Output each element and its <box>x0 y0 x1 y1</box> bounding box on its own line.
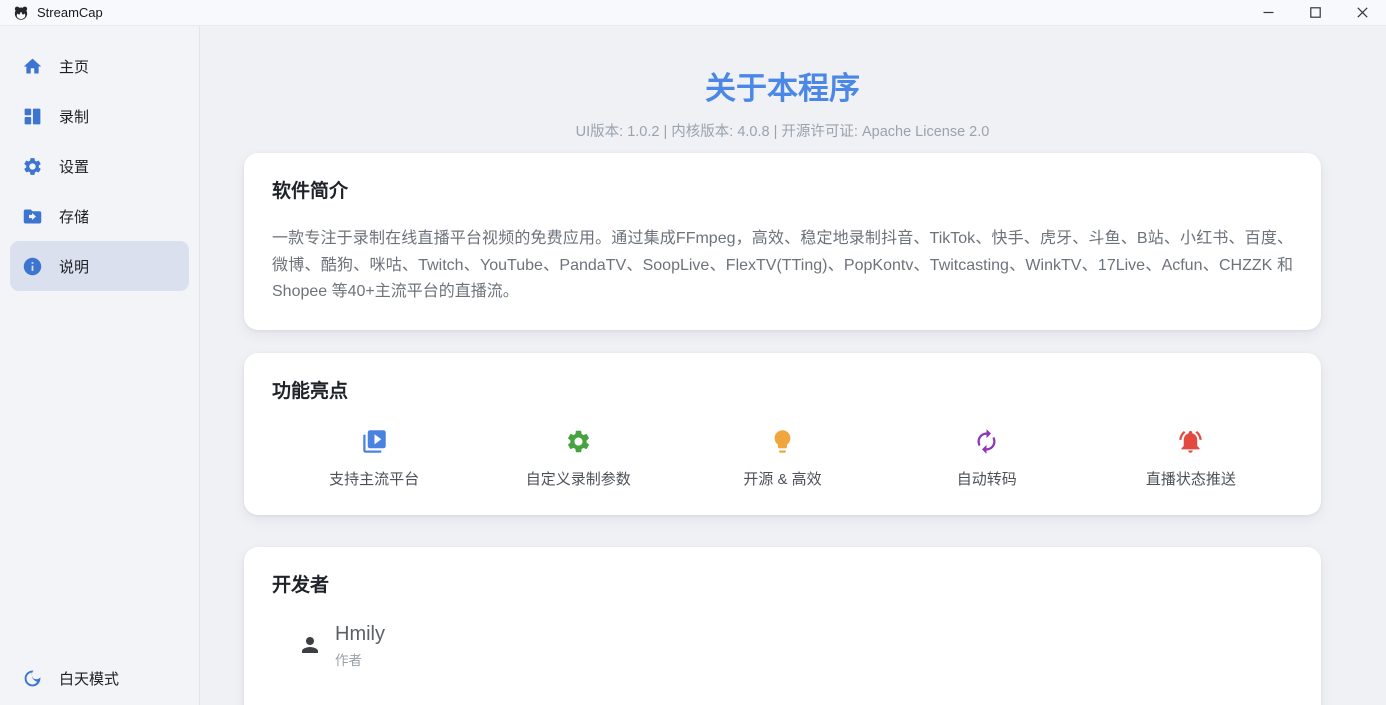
maximize-button[interactable] <box>1292 0 1339 25</box>
feature-label: 开源 & 高效 <box>743 468 821 489</box>
feature-custom-params: 自定义录制参数 <box>476 428 680 489</box>
info-icon <box>22 256 43 277</box>
developer-name: Hmily <box>335 622 385 646</box>
gear-icon <box>22 156 43 177</box>
lightbulb-icon <box>769 428 796 455</box>
sidebar-item-storage[interactable]: 存储 <box>10 191 189 241</box>
feature-label: 直播状态推送 <box>1146 468 1236 489</box>
feature-platforms: 支持主流平台 <box>272 428 476 489</box>
sidebar-item-label: 说明 <box>59 256 89 277</box>
sidebar-item-home[interactable]: 主页 <box>10 41 189 91</box>
sidebar-item-label: 存储 <box>59 206 89 227</box>
feature-open-source: 开源 & 高效 <box>680 428 884 489</box>
gear-icon <box>565 428 592 455</box>
person-icon <box>298 633 322 657</box>
feature-label: 支持主流平台 <box>329 468 419 489</box>
features-card-title: 功能亮点 <box>272 380 1293 404</box>
minimize-button[interactable] <box>1245 0 1292 25</box>
theme-toggle[interactable]: 白天模式 <box>10 653 189 703</box>
autorenew-icon <box>973 428 1000 455</box>
developer-card-title: 开发者 <box>272 574 1293 598</box>
intro-card-body: 一款专注于录制在线直播平台视频的免费应用。通过集成FFmpeg，高效、稳定地录制… <box>272 226 1293 306</box>
home-icon <box>22 56 43 77</box>
intro-card: 软件简介 一款专注于录制在线直播平台视频的免费应用。通过集成FFmpeg，高效、… <box>244 153 1321 330</box>
developer-row: Hmily 作者 <box>272 622 1293 669</box>
app-window: StreamCap 主页 <box>0 0 1386 705</box>
features-row: 支持主流平台 自定义录制参数 开源 & 高效 <box>272 428 1293 489</box>
developer-role: 作者 <box>335 649 385 669</box>
window-controls <box>1245 0 1386 25</box>
folder-move-icon <box>22 206 43 227</box>
feature-label: 自动转码 <box>957 468 1017 489</box>
app-title: StreamCap <box>37 5 103 20</box>
feature-auto-transcode: 自动转码 <box>885 428 1089 489</box>
record-grid-icon <box>22 106 43 127</box>
developer-card: 开发者 Hmily 作者 <box>244 547 1321 705</box>
app-logo-panda-icon <box>13 5 29 21</box>
sidebar-item-about[interactable]: 说明 <box>10 241 189 291</box>
sidebar-item-record[interactable]: 录制 <box>10 91 189 141</box>
intro-card-title: 软件简介 <box>272 180 1293 204</box>
video-library-icon <box>361 428 388 455</box>
sidebar-item-label: 录制 <box>59 106 89 127</box>
theme-toggle-label: 白天模式 <box>59 668 119 689</box>
sidebar-item-label: 主页 <box>59 56 89 77</box>
sidebar-item-label: 设置 <box>59 156 89 177</box>
bell-icon <box>1177 428 1204 455</box>
feature-live-status-push: 直播状态推送 <box>1089 428 1293 489</box>
close-button[interactable] <box>1339 0 1386 25</box>
titlebar[interactable]: StreamCap <box>0 0 1386 26</box>
sidebar: 主页 录制 设置 <box>0 26 200 705</box>
moon-icon <box>22 668 43 689</box>
feature-label: 自定义录制参数 <box>526 468 631 489</box>
features-card: 功能亮点 支持主流平台 自定义录制参数 <box>244 353 1321 515</box>
main-content[interactable]: 关于本程序 UI版本: 1.0.2 | 内核版本: 4.0.8 | 开源许可证:… <box>200 26 1386 705</box>
sidebar-item-settings[interactable]: 设置 <box>10 141 189 191</box>
page-title: 关于本程序 <box>244 72 1321 106</box>
version-line: UI版本: 1.0.2 | 内核版本: 4.0.8 | 开源许可证: Apach… <box>244 120 1321 141</box>
